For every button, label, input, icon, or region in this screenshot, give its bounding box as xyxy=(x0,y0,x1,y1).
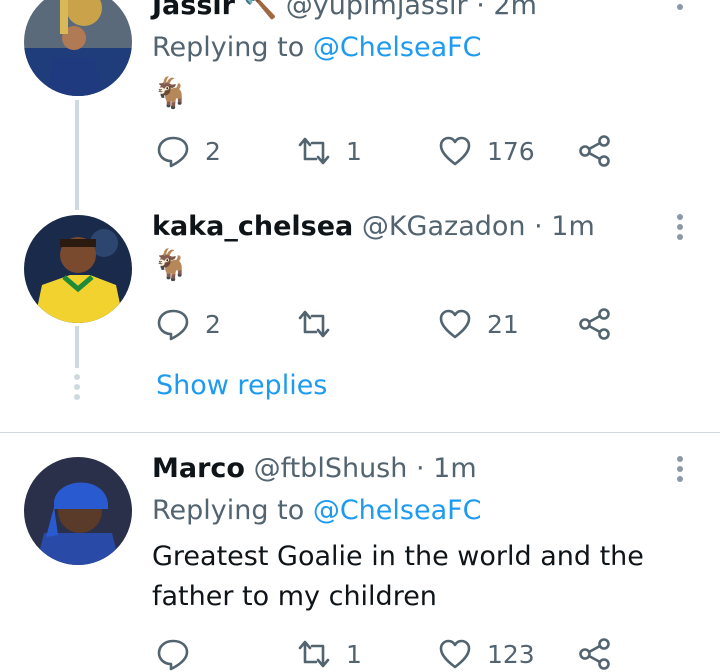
heart-icon xyxy=(439,639,471,669)
heart-icon xyxy=(439,136,471,166)
more-options-button[interactable] xyxy=(674,456,686,486)
avatar[interactable] xyxy=(24,215,132,323)
divider xyxy=(0,432,720,433)
tweet-header: Marco @ftblShush · 1m xyxy=(152,451,477,487)
retweet-icon xyxy=(298,310,330,338)
display-name[interactable]: Marco xyxy=(152,453,245,484)
tweet-text: Greatest Goalie in the world and the fat… xyxy=(152,541,644,612)
retweet-button[interactable]: 1 xyxy=(296,636,362,672)
reply-icon xyxy=(157,136,189,168)
retweet-button[interactable]: 1 xyxy=(296,133,362,169)
replying-to-label: Replying to xyxy=(152,495,305,526)
reply-button[interactable] xyxy=(155,636,205,672)
retweet-count: 1 xyxy=(346,136,362,166)
reply-count: 2 xyxy=(205,309,221,339)
avatar-image xyxy=(24,215,132,323)
retweet-count: 1 xyxy=(346,639,362,669)
reply-count: 2 xyxy=(205,136,221,166)
replying-to-label: Replying to xyxy=(152,32,305,63)
share-icon xyxy=(579,308,610,340)
like-button[interactable]: 176 xyxy=(437,133,535,169)
tweet-header: kaka_chelsea @KGazadon · 1m xyxy=(152,209,595,245)
hammer-icon: 🔨 xyxy=(243,0,278,21)
retweet-icon xyxy=(298,640,330,668)
timestamp[interactable]: 2m xyxy=(493,0,536,21)
handle[interactable]: @yupimjassir xyxy=(286,0,468,21)
share-button[interactable] xyxy=(577,636,613,672)
avatar[interactable] xyxy=(24,457,132,565)
like-count: 176 xyxy=(487,136,535,166)
separator: · xyxy=(476,0,485,21)
reply-button[interactable]: 2 xyxy=(155,133,221,169)
more-options-button[interactable] xyxy=(674,0,686,24)
timestamp[interactable]: 1m xyxy=(433,453,476,484)
share-button[interactable] xyxy=(577,306,613,342)
reply-icon xyxy=(157,639,189,671)
separator: · xyxy=(415,453,425,484)
show-replies-link[interactable]: Show replies xyxy=(156,368,327,404)
retweet-button[interactable] xyxy=(296,306,346,342)
reply-icon xyxy=(157,309,189,341)
tweet-header: Jassir 🔨 @yupimjassir · 2m xyxy=(152,0,537,24)
replying-to: Replying to @ChelseaFC xyxy=(152,493,482,529)
display-name[interactable]: Jassir xyxy=(152,0,235,21)
share-button[interactable] xyxy=(577,133,613,169)
thread-line xyxy=(75,326,79,368)
like-count: 21 xyxy=(487,309,519,339)
mention-link[interactable]: @ChelseaFC xyxy=(313,495,482,526)
like-count: 123 xyxy=(487,639,535,669)
like-button[interactable]: 123 xyxy=(437,636,535,672)
tweet-text: 🐐 xyxy=(152,248,190,283)
mention-link[interactable]: @ChelseaFC xyxy=(313,32,482,63)
avatar-image xyxy=(24,0,132,96)
heart-icon xyxy=(439,309,471,339)
avatar[interactable] xyxy=(24,0,132,96)
reply-button[interactable]: 2 xyxy=(155,306,221,342)
separator: · xyxy=(534,211,543,242)
avatar-image xyxy=(24,457,132,565)
handle[interactable]: @KGazadon xyxy=(362,211,526,242)
share-icon xyxy=(579,135,610,167)
share-icon xyxy=(579,638,610,670)
more-options-button[interactable] xyxy=(674,214,686,244)
thread-line xyxy=(75,100,79,210)
retweet-icon xyxy=(298,137,330,165)
handle[interactable]: @ftblShush xyxy=(254,453,408,484)
tweet-text: 🐐 xyxy=(152,76,190,111)
timestamp[interactable]: 1m xyxy=(551,211,594,242)
replying-to: Replying to @ChelseaFC xyxy=(152,30,482,66)
like-button[interactable]: 21 xyxy=(437,306,519,342)
display-name[interactable]: kaka_chelsea xyxy=(152,211,353,242)
thread-dots xyxy=(74,374,80,404)
